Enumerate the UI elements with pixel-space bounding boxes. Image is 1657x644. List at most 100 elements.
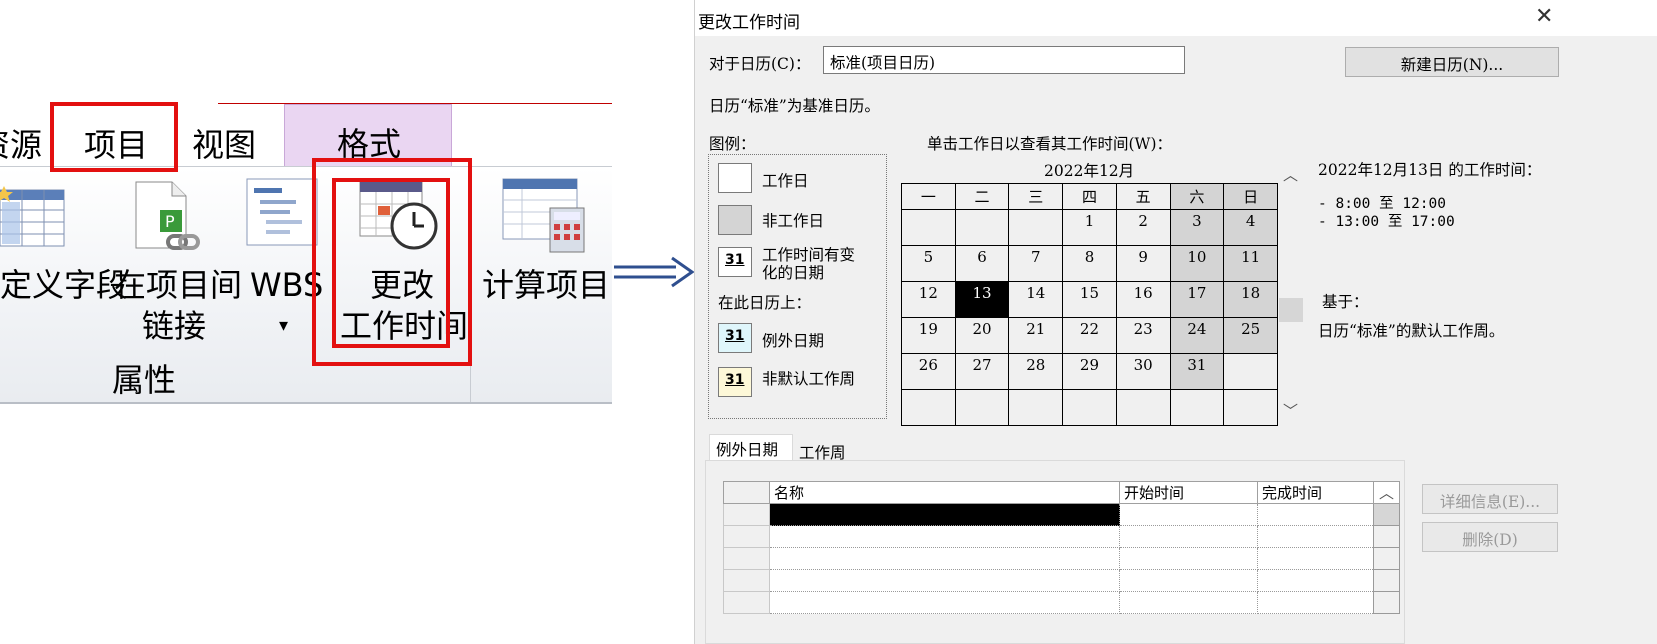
legend-on-this-calendar: 在此日历上： (718, 294, 812, 312)
calendar-day-selected[interactable]: 13 (954, 281, 1010, 318)
row-header[interactable] (723, 547, 770, 570)
links-label-line2[interactable]: 链接 (142, 306, 206, 346)
legend-nondefault-label: 非默认工作周 (762, 370, 856, 388)
calculator-icon[interactable] (502, 178, 588, 254)
calendar-day[interactable]: 21 (1008, 317, 1064, 354)
column-header-finish[interactable]: 完成时间 (1257, 481, 1374, 504)
legend-nonworking-swatch (718, 205, 752, 235)
calendar-day[interactable]: 9 (1115, 245, 1171, 282)
table-cell[interactable] (769, 547, 1120, 570)
svg-text:P: P (165, 212, 175, 231)
table-cell[interactable] (1257, 525, 1374, 548)
calendar-day[interactable]: 29 (1062, 353, 1117, 390)
table-cell[interactable] (1257, 569, 1374, 592)
weekday-header: 一 (901, 183, 956, 210)
table-cell[interactable] (1257, 547, 1374, 570)
calculate-project-label[interactable]: 计算项目 (482, 265, 610, 305)
calendar-scroll-thumb[interactable] (1279, 298, 1303, 322)
calendar-day[interactable]: 6 (954, 245, 1010, 282)
calendar-day[interactable]: 3 (1169, 209, 1225, 246)
table-cell[interactable] (1257, 503, 1374, 526)
new-calendar-button[interactable]: 新建日历(N)... (1345, 47, 1559, 77)
table-cell[interactable] (769, 525, 1120, 548)
custom-fields-label[interactable]: 定义字段 (0, 265, 128, 305)
tab-resource[interactable]: 资源 (0, 120, 42, 166)
calendar-day[interactable]: 19 (901, 317, 956, 354)
calendar-day[interactable]: 26 (901, 353, 956, 390)
weekday-header: 五 (1115, 183, 1171, 210)
legend-working-swatch (718, 163, 752, 193)
delete-button[interactable]: 删除(D) (1422, 522, 1558, 552)
calendar-day[interactable]: 24 (1169, 317, 1225, 354)
table-cell[interactable] (769, 569, 1120, 592)
calendar-scroll-down-icon[interactable]: ﹀ (1283, 400, 1298, 421)
calendar-select[interactable]: 标准(项目日历) ⌄ (823, 46, 1185, 74)
calendar-day[interactable]: 1 (1062, 209, 1117, 246)
table-cell-selected[interactable] (769, 503, 1120, 526)
calendar-day[interactable]: 16 (1115, 281, 1171, 318)
legend-edited-swatch: 31 (718, 247, 752, 277)
calendar-day[interactable]: 22 (1062, 317, 1117, 354)
calendar-day[interactable]: 2 (1115, 209, 1171, 246)
tab-view[interactable]: 视图 (192, 120, 256, 166)
calendar-day[interactable]: 14 (1008, 281, 1064, 318)
calendar-day[interactable]: 31 (1169, 353, 1225, 390)
calendar-day[interactable]: 8 (1062, 245, 1117, 282)
grid-scroll-track[interactable] (1373, 569, 1400, 592)
table-cell[interactable] (1119, 547, 1258, 570)
calendar-day[interactable]: 30 (1115, 353, 1171, 390)
legend-working-label: 工作日 (762, 172, 809, 190)
weekday-header: 六 (1169, 183, 1225, 210)
calendar-day[interactable]: 27 (954, 353, 1010, 390)
calendar-day[interactable]: 18 (1223, 281, 1278, 318)
calendar-day[interactable]: 10 (1169, 245, 1225, 282)
tab-exceptions[interactable]: 例外日期 (709, 434, 793, 460)
close-icon[interactable]: ✕ (1535, 4, 1553, 29)
calendar-empty-cell (1223, 389, 1278, 426)
grid-scroll-up-icon[interactable]: ︿ (1373, 481, 1400, 504)
row-header[interactable] (723, 591, 770, 614)
calendar-day[interactable]: 5 (901, 245, 956, 282)
for-calendar-label: 对于日历(C)： (709, 55, 811, 73)
project-link-icon[interactable]: P (132, 178, 202, 258)
table-cell[interactable] (1119, 591, 1258, 614)
calendar-day[interactable]: 20 (954, 317, 1010, 354)
weekday-header: 三 (1008, 183, 1064, 210)
wbs-icon[interactable] (246, 178, 318, 246)
calendar-day[interactable]: 12 (901, 281, 956, 318)
grid-scroll-track[interactable] (1373, 547, 1400, 570)
row-header[interactable] (723, 525, 770, 548)
calendar-grid[interactable]: 一二三四五六日 1 2 3 4 5 6 7 8 9 10 11 12 13 14 15 16 17 18 19 20 2… (901, 183, 1278, 426)
calendar-day[interactable]: 17 (1169, 281, 1225, 318)
tab-format[interactable]: 格式 (284, 104, 452, 166)
exceptions-table[interactable]: 名称 开始时间 完成时间 ︿ (723, 481, 1400, 614)
calendar-empty-cell (1223, 353, 1278, 390)
calendar-day[interactable]: 15 (1062, 281, 1117, 318)
row-header[interactable] (723, 569, 770, 592)
grid-scroll-track[interactable] (1373, 525, 1400, 548)
grid-scroll-track[interactable] (1373, 591, 1400, 614)
wbs-dropdown-icon[interactable]: ▾ (279, 306, 288, 346)
table-cell[interactable] (769, 591, 1120, 614)
table-cell[interactable] (1119, 525, 1258, 548)
details-button[interactable]: 详细信息(E)... (1422, 484, 1558, 514)
calendar-day[interactable]: 11 (1223, 245, 1278, 282)
links-label-line1[interactable]: 在项目间 (114, 265, 242, 305)
calendar-day[interactable]: 4 (1223, 209, 1278, 246)
legend-exception-label: 例外日期 (762, 332, 825, 350)
custom-fields-icon[interactable] (0, 186, 66, 250)
row-header[interactable] (723, 503, 770, 526)
calendar-day[interactable]: 25 (1223, 317, 1278, 354)
column-header-name[interactable]: 名称 (769, 481, 1120, 504)
calendar-scroll-up-icon[interactable]: ︿ (1283, 164, 1298, 185)
calendar-day[interactable]: 7 (1008, 245, 1064, 282)
table-cell[interactable] (1119, 503, 1258, 526)
table-cell[interactable] (1119, 569, 1258, 592)
grid-scroll-thumb[interactable] (1373, 503, 1400, 526)
calendar-day[interactable]: 28 (1008, 353, 1064, 390)
column-header-start[interactable]: 开始时间 (1119, 481, 1258, 504)
calendar-day[interactable]: 23 (1115, 317, 1171, 354)
row-header (723, 481, 770, 504)
ribbon-screenshot: 资源 项目 视图 格式 定义字段 P 在项目间 链接 (0, 0, 612, 430)
table-cell[interactable] (1257, 591, 1374, 614)
